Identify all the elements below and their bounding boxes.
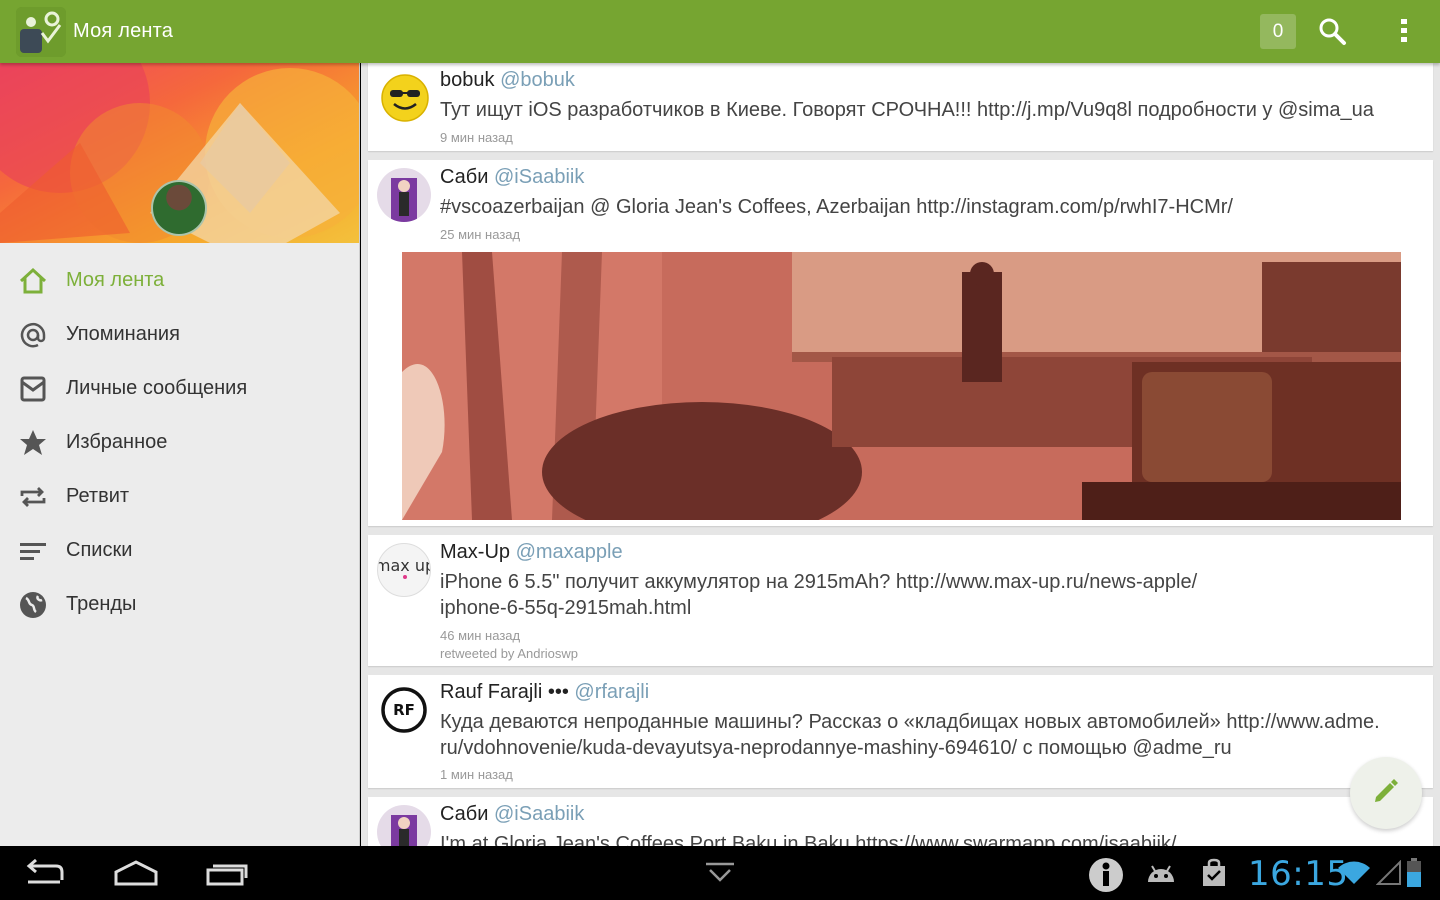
profile-header-image	[0, 63, 359, 243]
tweet-photo[interactable]	[402, 252, 1401, 520]
tweet-card[interactable]: bobuk @bobuk Тут ищут iOS разработчиков …	[368, 63, 1433, 151]
shopping-bag-icon[interactable]	[1200, 858, 1228, 893]
android-debug-icon[interactable]	[1145, 860, 1177, 891]
signal-icon	[1375, 859, 1402, 891]
tweet-timestamp: 1 мин назад	[440, 767, 513, 782]
avatar[interactable]: RF	[377, 683, 431, 737]
tweet-feed[interactable]: bobuk @bobuk Тут ищут iOS разработчиков …	[361, 63, 1440, 846]
search-icon[interactable]	[1317, 16, 1347, 46]
globe-icon	[18, 590, 48, 620]
star-icon	[18, 428, 48, 458]
home-icon	[18, 266, 48, 296]
back-button[interactable]	[24, 858, 66, 893]
nav-item-label: Упоминания	[66, 323, 180, 345]
nav-item-label: Ретвит	[66, 485, 130, 507]
author-name[interactable]: Саби	[440, 166, 488, 188]
avatar[interactable]: max up	[377, 543, 431, 597]
nav-list: Моя лента Упоминания Личные сообщения Из…	[0, 253, 359, 631]
navigation-drawer: Моя лента Упоминания Личные сообщения Из…	[0, 63, 360, 846]
recent-apps-button[interactable]	[205, 858, 249, 893]
nav-item-label: Личные сообщения	[66, 377, 248, 399]
tweet-text: Тут ищут iOS разработчиков в Киеве. Гово…	[440, 99, 1374, 121]
tweet-text-line: iphone-6-55q-2915mah.html	[440, 597, 692, 619]
tweet-author: bobuk @bobuk	[440, 69, 575, 92]
overflow-menu-icon[interactable]	[1390, 16, 1418, 46]
tweet-card[interactable]: RF Rauf Farajli ••• @rfarajli Куда деваю…	[368, 675, 1433, 788]
tweet-author: Саби @iSaabiik	[440, 166, 584, 189]
user-avatar[interactable]	[151, 180, 207, 236]
app-logo-icon[interactable]	[16, 7, 66, 57]
tweet-card[interactable]: Саби @iSaabiik #vscoazerbaijan @ Gloria …	[368, 160, 1433, 526]
tweet-card[interactable]: Саби @iSaabiik I'm at Gloria Jean's Coff…	[368, 797, 1433, 846]
nav-item-trends[interactable]: Тренды	[0, 577, 359, 631]
tweet-author: Max-Up @maxapple	[440, 541, 623, 564]
tweet-text: I'm at Gloria Jean's Coffees Port Baku i…	[440, 833, 1177, 846]
action-bar: Моя лента 0	[0, 0, 1440, 63]
tweet-author: Rauf Farajli ••• @rfarajli	[440, 681, 649, 704]
nav-item-my-feed[interactable]: Моя лента	[0, 253, 359, 307]
avatar[interactable]	[380, 73, 430, 123]
author-name[interactable]: Max-Up	[440, 541, 510, 563]
chevron-down-icon[interactable]	[704, 862, 736, 889]
tweet-text-line: iPhone 6 5.5" получит аккумулятор на 291…	[440, 571, 1198, 593]
tweet-timestamp: 9 мин назад	[440, 130, 513, 145]
at-icon	[18, 320, 48, 350]
author-handle[interactable]: @rfarajli	[574, 681, 649, 703]
tweet-author: Саби @iSaabiik	[440, 803, 584, 826]
nav-item-label: Моя лента	[66, 269, 165, 291]
nav-item-direct-messages[interactable]: Личные сообщения	[0, 361, 359, 415]
tweet-card[interactable]: max up Max-Up @maxapple iPhone 6 5.5" по…	[368, 535, 1433, 666]
nav-item-label: Избранное	[66, 431, 168, 453]
avatar[interactable]	[377, 168, 431, 222]
avatar-text: max up	[378, 556, 431, 575]
tweet-text-line: Куда деваются непроданные машины? Расска…	[440, 711, 1380, 733]
home-button[interactable]	[113, 858, 159, 893]
tweet-timestamp: 46 мин назад	[440, 628, 521, 643]
author-name[interactable]: Саби	[440, 803, 488, 825]
author-handle[interactable]: @iSaabiik	[494, 166, 584, 188]
system-navigation-bar	[0, 846, 1440, 900]
author-handle[interactable]: @iSaabiik	[494, 803, 584, 825]
nav-item-lists[interactable]: Списки	[0, 523, 359, 577]
avatar-text: RF	[393, 701, 415, 719]
lists-icon	[18, 536, 48, 566]
compose-button[interactable]	[1350, 757, 1422, 829]
author-name[interactable]: Rauf Farajli •••	[440, 681, 569, 703]
nav-item-mentions[interactable]: Упоминания	[0, 307, 359, 361]
mail-icon	[18, 374, 48, 404]
nav-item-favorites[interactable]: Избранное	[0, 415, 359, 469]
battery-icon	[1406, 858, 1422, 893]
info-icon[interactable]	[1087, 856, 1125, 899]
tweet-timestamp: 25 мин назад	[440, 227, 521, 242]
notification-count-badge[interactable]: 0	[1260, 14, 1296, 49]
avatar[interactable]	[377, 805, 431, 846]
author-handle[interactable]: @bobuk	[500, 69, 575, 91]
nav-item-label: Тренды	[66, 593, 137, 615]
nav-item-label: Списки	[66, 539, 133, 561]
tweet-text: Куда деваются непроданные машины? Расска…	[440, 709, 1415, 761]
tweet-text: #vscoazerbaijan @ Gloria Jean's Coffees,…	[440, 196, 1233, 218]
author-name[interactable]: bobuk	[440, 69, 495, 91]
author-handle[interactable]: @maxapple	[516, 541, 623, 563]
tweet-text-line: ru/vdohnovenie/kuda-devayutsya-neprodann…	[440, 737, 1232, 759]
status-clock: 16:15	[1248, 854, 1349, 894]
retweeted-by[interactable]: retweeted by Andrioswp	[440, 646, 578, 661]
retweet-icon	[18, 482, 48, 512]
nav-item-retweets[interactable]: Ретвит	[0, 469, 359, 523]
page-title: Моя лента	[73, 20, 174, 42]
tweet-text: iPhone 6 5.5" получит аккумулятор на 291…	[440, 569, 1415, 621]
pencil-icon	[1370, 775, 1402, 812]
